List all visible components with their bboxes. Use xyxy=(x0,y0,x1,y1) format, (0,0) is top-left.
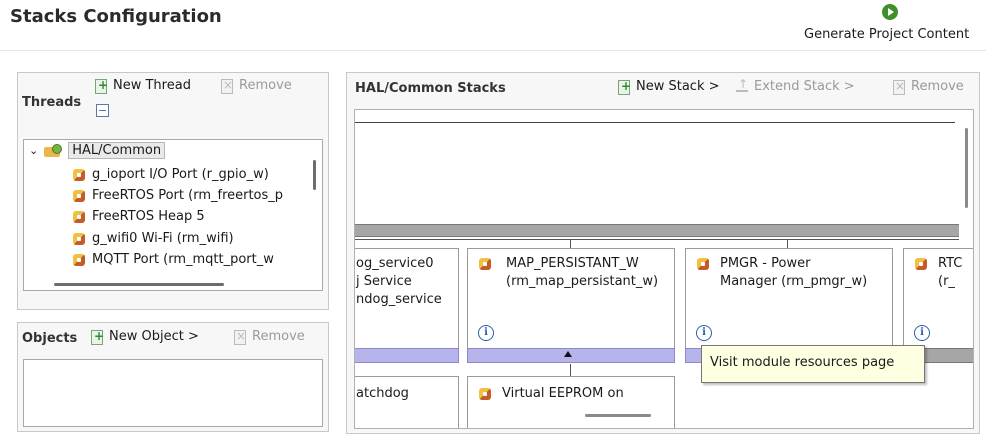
module-subtitle: ndog_service xyxy=(356,292,442,307)
tree-item-freertos-heap[interactable]: FreeRTOS Heap 5 xyxy=(72,209,205,224)
tree-item-freertos-port[interactable]: FreeRTOS Port (rm_freertos_p xyxy=(72,188,283,203)
remove-icon xyxy=(892,79,906,95)
connector-drop xyxy=(787,239,788,248)
up-arrow-icon xyxy=(564,351,572,357)
add-icon xyxy=(94,78,108,94)
connector-drop xyxy=(570,239,571,248)
remove-object-label: Remove xyxy=(252,329,305,344)
chevron-down-icon[interactable]: ⌄ xyxy=(29,144,38,157)
connector-line xyxy=(355,239,959,240)
info-icon[interactable]: i xyxy=(478,325,494,341)
new-object-button[interactable]: New Object > xyxy=(90,329,199,345)
stacks-heading: HAL/Common Stacks xyxy=(355,81,506,96)
canvas-horizontal-scrollbar[interactable] xyxy=(585,414,651,417)
generate-run-icon[interactable] xyxy=(882,4,898,20)
add-icon xyxy=(617,79,631,95)
info-icon[interactable]: i xyxy=(914,325,930,341)
module-subtitle: Manager (rm_pmgr_w) xyxy=(720,274,868,289)
tree-item-label: FreeRTOS Port (rm_freertos_p xyxy=(92,188,284,203)
tree-item-label: g_ioport I/O Port (r_gpio_w) xyxy=(92,167,269,182)
threads-pane: Threads New Thread Remove ⌄ HAL/Common g… xyxy=(17,72,329,310)
remove-icon xyxy=(220,78,234,94)
component-icon xyxy=(72,232,86,246)
connector-drop xyxy=(570,364,571,376)
add-icon xyxy=(90,329,104,345)
component-icon xyxy=(72,210,86,224)
stacks-pane: HAL/Common Stacks New Stack > Extend Sta… xyxy=(346,72,980,434)
module-subtitle: j Service xyxy=(356,274,412,289)
new-stack-label: New Stack > xyxy=(636,79,720,94)
module-subtitle: (r_ xyxy=(938,274,955,289)
remove-stack-button[interactable]: Remove xyxy=(892,79,964,95)
component-icon xyxy=(72,253,86,267)
tree-item-label: MQTT Port (rm_mqtt_port_w xyxy=(92,252,274,267)
hal-folder-icon xyxy=(44,143,63,158)
module-bar xyxy=(355,348,459,363)
new-thread-label: New Thread xyxy=(113,78,191,93)
objects-heading: Objects xyxy=(22,331,78,346)
component-icon xyxy=(72,168,86,182)
tree-item-label: g_wifi0 Wi-Fi (rm_wifi) xyxy=(92,231,234,246)
objects-pane: Objects New Object > Remove xyxy=(17,322,329,432)
remove-thread-label: Remove xyxy=(239,78,292,93)
stack-bus-bar xyxy=(355,224,959,237)
info-icon[interactable]: i xyxy=(696,325,712,341)
module-subtitle: (rm_map_persistant_w) xyxy=(506,274,659,289)
new-stack-button[interactable]: New Stack > xyxy=(617,79,720,95)
module-title: og_service0 xyxy=(356,256,434,271)
tooltip: Visit module resources page xyxy=(701,345,925,383)
tree-horizontal-scrollbar[interactable] xyxy=(54,283,224,286)
remove-thread-button[interactable]: Remove xyxy=(220,78,292,94)
module-pmgr[interactable]: PMGR - Power Manager (rm_pmgr_w) i xyxy=(685,248,893,350)
module-watchdog-service[interactable]: og_service0 j Service ndog_service xyxy=(355,248,459,350)
extend-stack-label: Extend Stack > xyxy=(754,79,855,94)
module-title: Virtual EEPROM on xyxy=(502,386,624,401)
tree-root-label: HAL/Common xyxy=(68,142,166,159)
module-title: MAP_PERSISTANT_W xyxy=(506,256,639,271)
stack-canvas[interactable]: og_service0 j Service ndog_service MAP_P… xyxy=(354,109,974,429)
collapse-all-icon[interactable] xyxy=(96,104,109,117)
remove-object-button[interactable]: Remove xyxy=(233,329,305,345)
new-thread-button[interactable]: New Thread xyxy=(94,78,191,94)
thread-tree[interactable]: ⌄ HAL/Common g_ioport I/O Port (r_gpio_w… xyxy=(23,139,323,291)
tree-vertical-scrollbar[interactable] xyxy=(313,160,316,190)
module-title: RTC xyxy=(938,256,963,271)
tree-item-mqtt[interactable]: MQTT Port (rm_mqtt_port_w xyxy=(72,252,274,267)
tooltip-text: Visit module resources page xyxy=(710,355,895,370)
title-divider xyxy=(0,50,986,51)
generate-project-content-button[interactable]: Generate Project Content xyxy=(804,27,969,42)
page-title: Stacks Configuration xyxy=(10,6,222,27)
module-map-persistant[interactable]: MAP_PERSISTANT_W (rm_map_persistant_w) i xyxy=(467,248,675,350)
module-rtc[interactable]: RTC (r_ i xyxy=(903,248,973,350)
canvas-vertical-scrollbar[interactable] xyxy=(965,128,968,208)
tree-item-ioport[interactable]: g_ioport I/O Port (r_gpio_w) xyxy=(72,167,269,182)
module-virtual-eeprom[interactable]: Virtual EEPROM on xyxy=(467,376,675,428)
remove-icon xyxy=(233,329,247,345)
objects-list[interactable] xyxy=(23,359,323,427)
extend-stack-button[interactable]: Extend Stack > xyxy=(735,77,855,94)
remove-stack-label: Remove xyxy=(911,79,964,94)
new-object-label: New Object > xyxy=(109,329,199,344)
module-title: atchdog xyxy=(356,386,409,401)
module-watchdog[interactable]: atchdog xyxy=(355,376,459,428)
tree-item-wifi[interactable]: g_wifi0 Wi-Fi (rm_wifi) xyxy=(72,231,234,246)
component-icon xyxy=(72,189,86,203)
tree-root-hal-common[interactable]: ⌄ HAL/Common xyxy=(29,142,166,159)
extend-icon xyxy=(735,77,749,94)
tree-item-label: FreeRTOS Heap 5 xyxy=(92,209,205,224)
module-title: PMGR - Power xyxy=(720,256,811,271)
threads-heading: Threads xyxy=(22,95,82,110)
stack-top-line xyxy=(355,122,955,123)
